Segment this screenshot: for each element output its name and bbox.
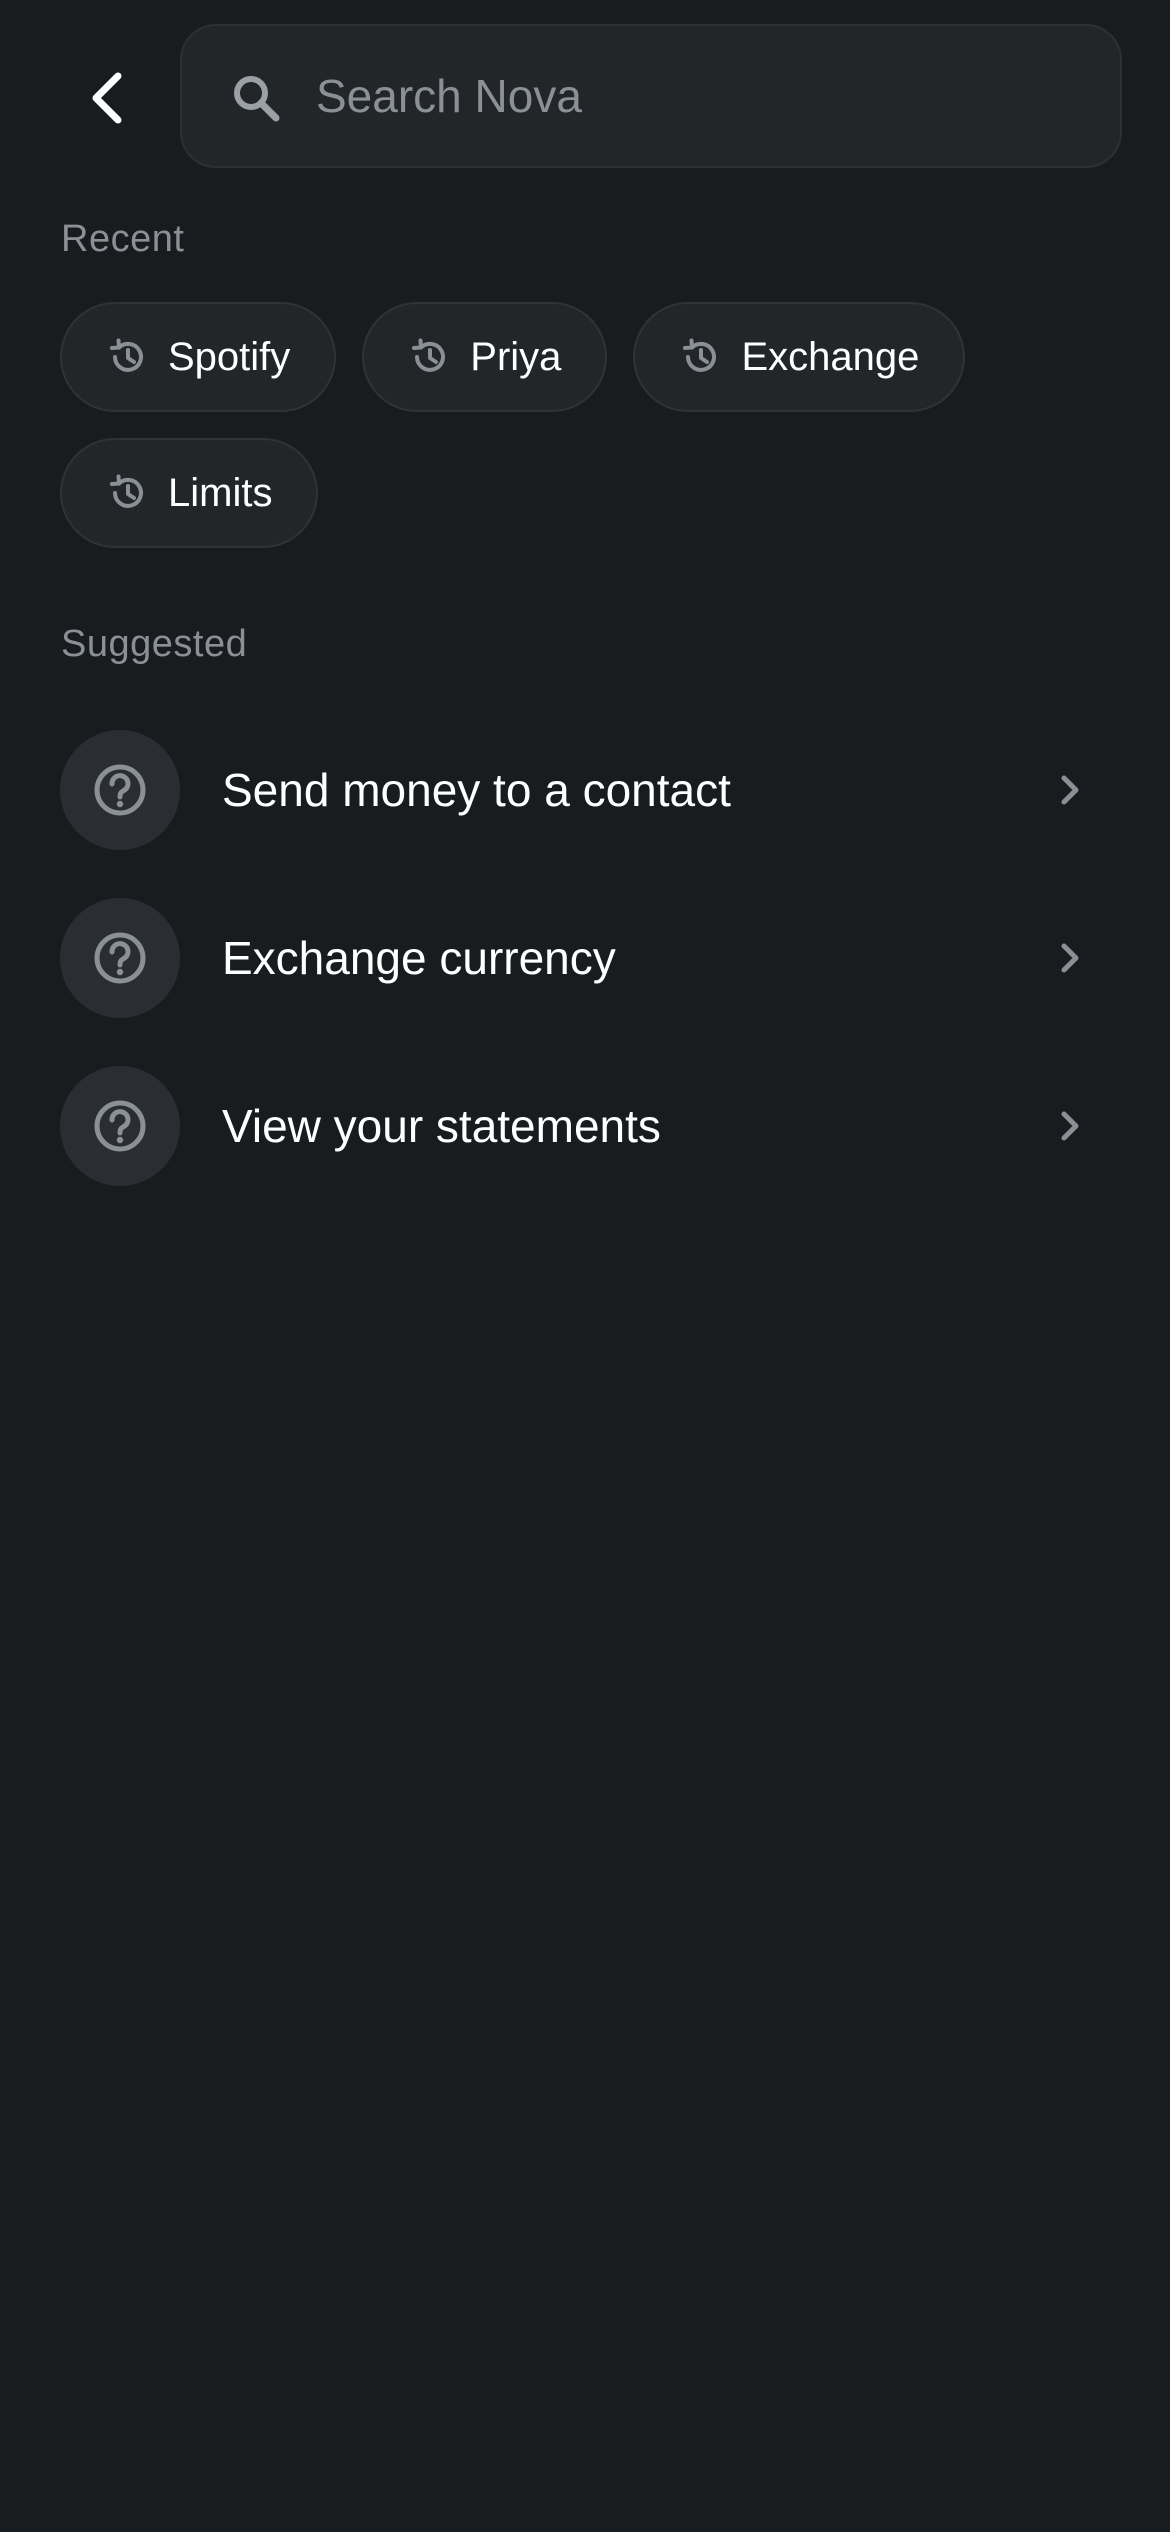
chevron-right-icon bbox=[1050, 938, 1090, 978]
help-circle-icon bbox=[60, 1066, 180, 1186]
suggested-item-label: Exchange currency bbox=[222, 932, 616, 984]
recent-chip-label: Limits bbox=[168, 470, 273, 515]
chevron-right-icon bbox=[1050, 770, 1090, 810]
history-icon bbox=[408, 336, 450, 378]
search-input[interactable] bbox=[316, 26, 1096, 166]
suggested-item[interactable]: Exchange currency bbox=[60, 898, 1110, 1018]
help-circle-icon bbox=[60, 898, 180, 1018]
recent-chips: Spotify Priya Exchange Limits bbox=[60, 302, 1120, 548]
chevron-left-icon bbox=[92, 72, 122, 124]
recent-chip-label: Exchange bbox=[741, 334, 920, 379]
history-icon bbox=[106, 336, 148, 378]
suggested-item-label: View your statements bbox=[222, 1100, 661, 1152]
recent-chip-label: Priya bbox=[470, 334, 562, 379]
history-icon bbox=[106, 472, 148, 514]
history-icon bbox=[679, 336, 721, 378]
recent-section-title: Recent bbox=[61, 218, 185, 260]
recent-chip[interactable]: Limits bbox=[60, 438, 319, 548]
suggested-list: Send money to a contact Exchange currenc… bbox=[60, 730, 1110, 1234]
recent-chip-label: Spotify bbox=[168, 334, 291, 379]
recent-chip[interactable]: Priya bbox=[362, 302, 608, 412]
recent-chip[interactable]: Spotify bbox=[60, 302, 337, 412]
search-bar[interactable] bbox=[180, 24, 1122, 168]
suggested-item[interactable]: Send money to a contact bbox=[60, 730, 1110, 850]
chevron-right-icon bbox=[1050, 1106, 1090, 1146]
help-circle-icon bbox=[60, 730, 180, 850]
search-icon bbox=[234, 76, 280, 122]
suggested-item-label: Send money to a contact bbox=[222, 764, 731, 816]
suggested-item[interactable]: View your statements bbox=[60, 1066, 1110, 1186]
back-button[interactable] bbox=[60, 50, 156, 146]
search-header bbox=[0, 0, 1170, 170]
recent-chip[interactable]: Exchange bbox=[633, 302, 966, 412]
suggested-section-title: Suggested bbox=[61, 623, 248, 665]
